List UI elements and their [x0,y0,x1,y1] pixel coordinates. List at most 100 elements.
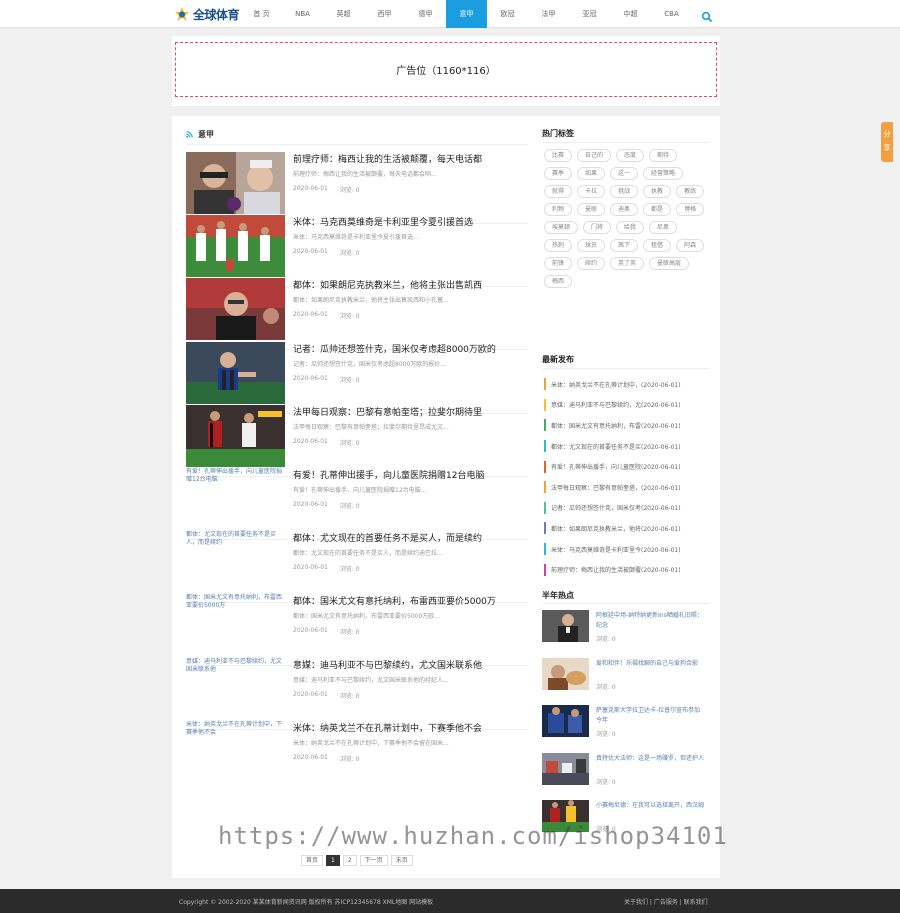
recent-item[interactable]: 都体：尤文现在的首要任务不是买(2020-06-01) [544,436,709,457]
tag-item[interactable]: 前锋 [544,257,573,270]
tag-item[interactable]: 态度 [616,149,645,162]
tag-item[interactable]: 阿森 [676,239,705,252]
article-item[interactable]: 米体：马克西莫维奇是卡利亚里今夏引援首选 米体：马克西莫维奇是卡利亚里今夏引援首选… [186,215,528,278]
recent-item[interactable]: 意媒：迪马利亚不与巴黎续约，尤(2020-06-01) [544,395,709,416]
tag-item[interactable]: 教练 [676,185,705,198]
tag-item[interactable]: 赛季 [544,167,573,180]
hot-thumbnail[interactable] [542,705,589,737]
page-last[interactable]: 末页 [390,855,413,866]
article-title[interactable]: 记者：瓜帅还想签什克，国米仅考虑超8000万欧的 [293,342,528,355]
search-icon[interactable] [701,8,713,23]
tag-item[interactable]: 卡拉 [577,185,606,198]
recent-item[interactable]: 都体：如果朗尼克执教米兰，他将(2020-06-01) [544,518,709,539]
share-tab[interactable]: 分享 [881,122,893,162]
nav-item-1[interactable]: NBA [282,0,323,28]
ad-placeholder[interactable]: 广告位（1160*116） [175,42,717,97]
recent-item[interactable]: 记者：瓜帅还想签什克，国米仅考(2020-06-01) [544,498,709,519]
nav-item-6[interactable]: 欧冠 [487,0,528,28]
nav-item-0[interactable]: 首 页 [241,0,282,28]
tag-item[interactable]: 英了英 [610,257,645,270]
nav-item-7[interactable]: 法甲 [528,0,569,28]
page-1[interactable]: 1 [326,855,340,866]
tag-item[interactable]: 就得 [544,185,573,198]
article-title[interactable]: 都体：如果朗尼克执教米兰，他将主张出售凯西 [293,278,528,291]
article-title[interactable]: 都体：尤文现在的首要任务不是买人，而是续约 [293,531,528,544]
recent-item[interactable]: 法甲每日观察：巴黎有意帕奎塔，(2020-06-01) [544,477,709,498]
tag-item[interactable]: 续约 [577,257,606,270]
tag-item[interactable]: 热刺 [544,239,573,252]
article-item[interactable]: 都体：如果朗尼克执教米兰，他将主张出售凯西 都体：如果朗尼克执教米兰，他将主张出售… [186,278,528,341]
tag-item[interactable]: 租借 [643,239,672,252]
recent-item[interactable]: 米体：马克西莫维奇是卡利亚里今(2020-06-01) [544,539,709,560]
hot-title[interactable]: 阿根廷中场-纳特纳更新Ins晒婚礼旧照：纪念 [596,611,706,631]
tag-item[interactable]: 门将 [583,221,612,234]
article-title[interactable]: 前理疗师：梅西让我的生活被颠覆，每天电话都 [293,152,528,165]
article-thumbnail-broken[interactable]: 有爱！孔蒂伸出援手，向儿童医院捐赠12台电脑 [186,468,285,508]
article-thumbnail[interactable] [186,152,285,214]
tag-item[interactable]: 博格 [676,203,705,216]
article-title[interactable]: 米体：马克西莫维奇是卡利亚里今夏引援首选 [293,215,528,228]
nav-item-5[interactable]: 意甲 [446,0,487,28]
article-thumbnail-broken[interactable]: 都体：国米尤文有意托纳利，布雷西亚要价5000万 [186,594,285,634]
tag-item[interactable]: 给我 [616,221,645,234]
page-2[interactable]: 2 [342,855,357,866]
tag-item[interactable]: 梅西 [544,275,573,288]
tag-item[interactable]: 茜下 [610,239,639,252]
recent-item[interactable]: 有爱！孔蒂伸出援手，向儿童医院(2020-06-01) [544,456,709,477]
article-thumbnail-broken[interactable]: 米体：纳英戈兰不在孔蒂计划中，下赛季他不会 [186,721,285,761]
article-title[interactable]: 都体：国米尤文有意托纳利，布雷西亚要价5000万 [293,594,528,607]
tag-item[interactable]: 执教 [643,185,672,198]
article-item[interactable]: 法甲每日观察：巴黎有意帕奎塔；拉斐尔期待里 法甲每日观察：巴黎有意帕奎塔；拉斐尔期… [186,404,528,467]
tag-item[interactable]: 曼联 [577,203,606,216]
article-thumbnail[interactable] [186,341,285,404]
article-item[interactable]: 都体：国米尤文有意托纳利，布雷西亚要价5000万 都体：国米尤文有意托纳利，布雷西… [186,594,528,656]
tag-item[interactable]: 比赛 [544,149,573,162]
nav-item-10[interactable]: CBA [651,0,692,28]
article-item[interactable]: 有爱！孔蒂伸出援手，向儿童医院捐赠12台电脑 有爱！孔蒂伸出援手，向儿童医院捐赠1… [186,468,528,530]
site-logo[interactable]: 全球体育 [174,5,240,23]
hot-thumbnail[interactable] [542,610,589,642]
article-item[interactable]: 意媒：迪马利亚不与巴黎续约，尤文国米联系他 意媒：迪马利亚不与巴黎续约，尤文国米联… [186,658,528,720]
tag-item[interactable]: 都是 [643,203,672,216]
tag-item[interactable]: 埃莫顿 [544,221,579,234]
article-item[interactable]: 记者：瓜帅还想签什克，国米仅考虑超8000万欧的 记者：瓜帅还想签什克，国米仅考虑… [186,341,528,404]
article-item[interactable]: 前理疗师：梅西让我的生活被颠覆，每天电话都 前理疗师：梅西让我的生活被颠覆，每天电… [186,152,528,214]
tag-item[interactable]: 球员 [577,239,606,252]
tag-item[interactable]: 自己的 [577,149,612,162]
recent-item[interactable]: 都体：国米尤文有意托纳利，布雷(2020-06-01) [544,415,709,436]
article-thumbnail[interactable] [186,215,285,278]
tag-item[interactable]: 这一 [610,167,639,180]
article-thumbnail-broken[interactable]: 都体：尤文现在的首要任务不是买人，而是续约 [186,531,285,571]
hot-title[interactable]: 爱和和伴！乐福找聊的自己与爱狗合影 [596,659,706,679]
nav-item-8[interactable]: 亚冠 [569,0,610,28]
hot-item[interactable]: 萨塞克斯大学拉卫达卡-拉普尔宣布参加今年 浏览: 0 [542,703,709,751]
hot-title[interactable]: 真特优大法师：这是一场赚罗，但还护人 [596,754,706,774]
footer-links[interactable]: 关于我们 | 广告服务 | 联系我们 [624,897,708,906]
nav-item-3[interactable]: 西甲 [364,0,405,28]
nav-item-2[interactable]: 英超 [323,0,364,28]
article-title[interactable]: 意媒：迪马利亚不与巴黎续约，尤文国米联系他 [293,658,528,671]
tag-item[interactable]: 曼联高层 [649,257,690,270]
article-title[interactable]: 有爱！孔蒂伸出援手，向儿童医院捐赠12台电脑 [293,468,528,481]
article-title[interactable]: 法甲每日观察：巴黎有意帕奎塔；拉斐尔期待里 [293,405,528,418]
article-thumbnail-broken[interactable]: 意媒：迪马利亚不与巴黎续约，尤文国米联系他 [186,658,285,698]
tag-item[interactable]: 利物 [544,203,573,216]
article-item[interactable]: 米体：纳英戈兰不在孔蒂计划中，下赛季他不会 米体：纳英戈兰不在孔蒂计划中，下赛季他… [186,721,528,783]
recent-item[interactable]: 前理疗师：梅西让我的生活被颠覆(2020-06-01) [544,559,709,580]
article-thumbnail[interactable] [186,278,285,341]
article-item[interactable]: 都体：尤文现在的首要任务不是买人，而是续约 都体：尤文现在的首要任务不是买人，而是… [186,531,528,593]
hot-thumbnail[interactable] [542,752,589,785]
page-first[interactable]: 首页 [301,855,324,866]
nav-item-4[interactable]: 德甲 [405,0,446,28]
tag-item[interactable]: 期待 [649,149,678,162]
article-title[interactable]: 米体：纳英戈兰不在孔蒂计划中，下赛季他不会 [293,721,528,734]
hot-item[interactable]: 阿根廷中场-纳特纳更新Ins晒婚礼旧照：纪念 浏览: 0 [542,608,709,656]
tag-item[interactable]: 迪奥 [610,203,639,216]
tag-item[interactable]: 经营策略 [643,167,684,180]
tag-item[interactable]: 如果 [577,167,606,180]
hot-thumbnail[interactable] [542,657,589,690]
hot-item[interactable]: 爱和和伴！乐福找聊的自己与爱狗合影 浏览: 0 [542,656,709,704]
tag-item[interactable]: 尼奥 [649,221,678,234]
hot-title[interactable]: 小赛梅尼德：在我可以选择离开，西汉姆 [596,801,706,821]
page-next[interactable]: 下一页 [359,855,388,866]
